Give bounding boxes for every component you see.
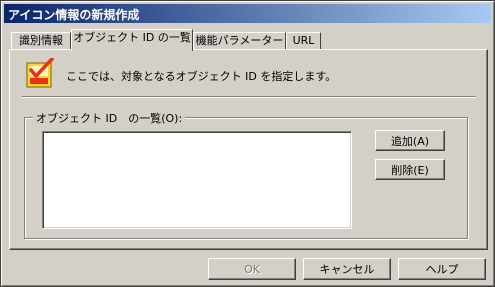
help-button[interactable]: ヘルプ: [398, 258, 486, 280]
add-button[interactable]: 追加(A): [375, 130, 445, 151]
group-label: オブジェクト ID の一覧(O):: [33, 110, 186, 126]
object-id-groupbox: オブジェクト ID の一覧(O): 追加(A) 削除(E): [24, 110, 468, 239]
ok-button-label: OK: [244, 262, 260, 276]
tab-panel: ここでは、対象となるオブジェクト ID を指定します。 オブジェクト ID の一…: [9, 49, 488, 250]
title-bar[interactable]: アイコン情報の新規作成: [4, 4, 491, 23]
tab-function-parameters[interactable]: 機能パラメーター: [193, 32, 286, 50]
object-id-listbox[interactable]: [42, 131, 352, 229]
cancel-button-label: キャンセル: [319, 263, 375, 276]
tab-url[interactable]: URL: [286, 32, 321, 50]
window-title: アイコン情報の新規作成: [8, 8, 140, 22]
add-button-label: 追加(A): [390, 134, 430, 148]
delete-button[interactable]: 削除(E): [375, 159, 445, 180]
tab-strip: 識別情報 オブジェクト ID の一覧 機能パラメーター URL: [9, 29, 489, 51]
checklist-icon: [26, 58, 54, 88]
delete-button-label: 削除(E): [391, 163, 429, 177]
ok-button[interactable]: OK: [208, 258, 296, 280]
help-button-label: ヘルプ: [425, 263, 459, 276]
description-text: ここでは、対象となるオブジェクト ID を指定します。: [66, 70, 337, 83]
tab-object-id-list[interactable]: オブジェクト ID の一覧: [71, 29, 193, 51]
separator-line: [22, 96, 476, 98]
tab-identification[interactable]: 識別情報: [11, 32, 71, 50]
dialog-window: アイコン情報の新規作成 識別情報 オブジェクト ID の一覧 機能パラメーター …: [0, 0, 495, 287]
cancel-button[interactable]: キャンセル: [303, 258, 391, 280]
